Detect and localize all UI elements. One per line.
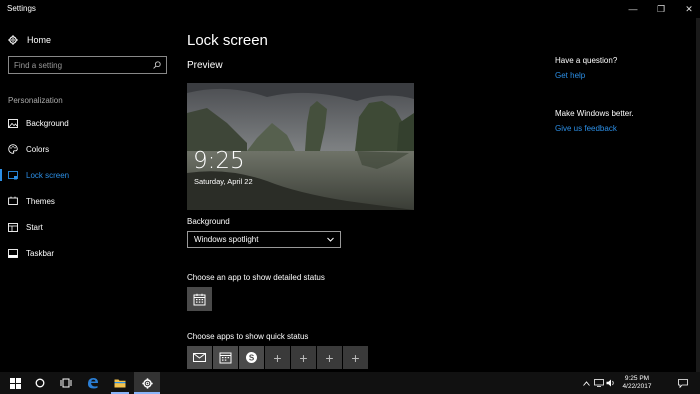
close-button[interactable]: ✕ — [678, 0, 700, 18]
add-icon: + — [273, 349, 282, 366]
preview-date: Saturday, April 22 — [194, 177, 253, 186]
network-icon — [593, 379, 604, 387]
start-icon — [8, 222, 18, 232]
calendar-icon — [193, 293, 206, 305]
svg-text:S: S — [249, 353, 255, 362]
file-explorer-button[interactable] — [107, 372, 133, 394]
brush-icon — [8, 196, 18, 206]
palette-icon — [8, 144, 18, 154]
search-icon — [153, 61, 161, 69]
add-icon: + — [325, 349, 334, 366]
background-label: Background — [187, 217, 230, 226]
notification-icon — [678, 378, 688, 388]
sidebar-item-label: Background — [26, 118, 69, 128]
quick-status-add-button[interactable]: + — [343, 346, 368, 369]
lock-screen-preview: 9:25 Saturday, April 22 — [187, 83, 414, 210]
skype-icon: S — [246, 352, 257, 363]
background-dropdown-value: Windows spotlight — [194, 235, 259, 244]
sidebar-item-label: Lock screen — [26, 170, 70, 180]
quick-status-add-button[interactable]: + — [317, 346, 342, 369]
search-input[interactable]: Find a setting — [8, 56, 167, 74]
sidebar-item-colors[interactable]: Colors — [0, 140, 172, 158]
detailed-status-app-button[interactable] — [187, 287, 212, 311]
page-title: Lock screen — [187, 32, 268, 49]
action-center-button[interactable] — [672, 372, 694, 394]
quick-status-apps: S + + + + — [187, 346, 368, 369]
clock-date: 4/22/2017 — [622, 383, 652, 390]
edge-icon — [88, 378, 98, 389]
quick-status-skype-button[interactable]: S — [239, 346, 264, 369]
window-title: Settings — [7, 4, 36, 13]
task-view-button[interactable] — [53, 372, 79, 394]
background-dropdown[interactable]: Windows spotlight — [187, 231, 341, 248]
network-button[interactable] — [593, 372, 604, 394]
windows-logo-icon — [9, 377, 21, 389]
quick-status-add-button[interactable]: + — [291, 346, 316, 369]
taskbar: 9:25 PM 4/22/2017 — [0, 372, 700, 394]
quick-status-add-button[interactable]: + — [265, 346, 290, 369]
get-help-link[interactable]: Get help — [555, 71, 617, 80]
task-view-icon — [60, 378, 72, 388]
quick-status-calendar-button[interactable] — [213, 346, 238, 369]
chevron-down-icon — [327, 237, 334, 242]
add-icon: + — [351, 349, 360, 366]
feedback-link[interactable]: Give us feedback — [555, 124, 634, 133]
sidebar-item-background[interactable]: Background — [0, 114, 172, 132]
gear-icon — [141, 377, 153, 389]
mail-icon — [193, 353, 206, 362]
taskbar-icon — [8, 248, 18, 258]
chevron-up-icon — [582, 380, 590, 386]
help-panel: Have a question? Get help — [555, 56, 617, 80]
landscape-image — [187, 83, 414, 210]
feedback-heading: Make Windows better. — [555, 109, 634, 118]
sidebar-item-themes[interactable]: Themes — [0, 192, 172, 210]
lock-screen-icon — [8, 170, 18, 180]
home-link[interactable]: Home — [8, 33, 51, 47]
cortana-icon — [35, 378, 45, 388]
preview-time: 9:25 — [193, 148, 245, 174]
sidebar-item-label: Colors — [26, 144, 50, 154]
sidebar-item-label: Themes — [26, 196, 55, 206]
sidebar-item-label: Start — [26, 222, 43, 232]
sidebar-item-taskbar[interactable]: Taskbar — [0, 244, 172, 262]
home-label: Home — [27, 35, 52, 45]
picture-icon — [8, 118, 18, 128]
section-label: Personalization — [8, 96, 63, 105]
help-heading: Have a question? — [555, 56, 618, 65]
feedback-panel: Make Windows better. Give us feedback — [555, 109, 634, 133]
clock-time: 9:25 PM — [624, 375, 650, 382]
start-button[interactable] — [2, 372, 28, 394]
minimize-button[interactable]: — — [622, 0, 644, 18]
edge-button[interactable] — [80, 372, 106, 394]
sidebar-item-lock-screen[interactable]: Lock screen — [0, 166, 172, 184]
title-bar: Settings — ❐ ✕ — [0, 0, 700, 18]
quick-status-mail-button[interactable] — [187, 346, 212, 369]
scrollbar[interactable] — [696, 18, 700, 372]
sidebar-item-start[interactable]: Start — [0, 218, 172, 236]
add-icon: + — [299, 349, 308, 366]
preview-heading: Preview — [187, 60, 223, 71]
sidebar-item-label: Taskbar — [26, 248, 55, 258]
search-placeholder: Find a setting — [14, 60, 63, 70]
calendar-icon — [219, 352, 232, 364]
folder-icon — [114, 379, 126, 388]
sidebar: Home Find a setting Personalization Back… — [0, 18, 172, 372]
volume-icon — [606, 379, 614, 387]
cortana-button[interactable] — [27, 372, 53, 394]
tray-overflow-button[interactable] — [581, 372, 591, 394]
volume-button[interactable] — [605, 372, 616, 394]
detailed-status-label: Choose an app to show detailed status — [187, 273, 325, 282]
maximize-button[interactable]: ❐ — [650, 0, 672, 18]
quick-status-label: Choose apps to show quick status — [187, 332, 309, 341]
settings-taskbar-button[interactable] — [134, 372, 160, 394]
taskbar-clock[interactable]: 9:25 PM 4/22/2017 — [616, 375, 658, 391]
gear-icon — [8, 35, 18, 45]
